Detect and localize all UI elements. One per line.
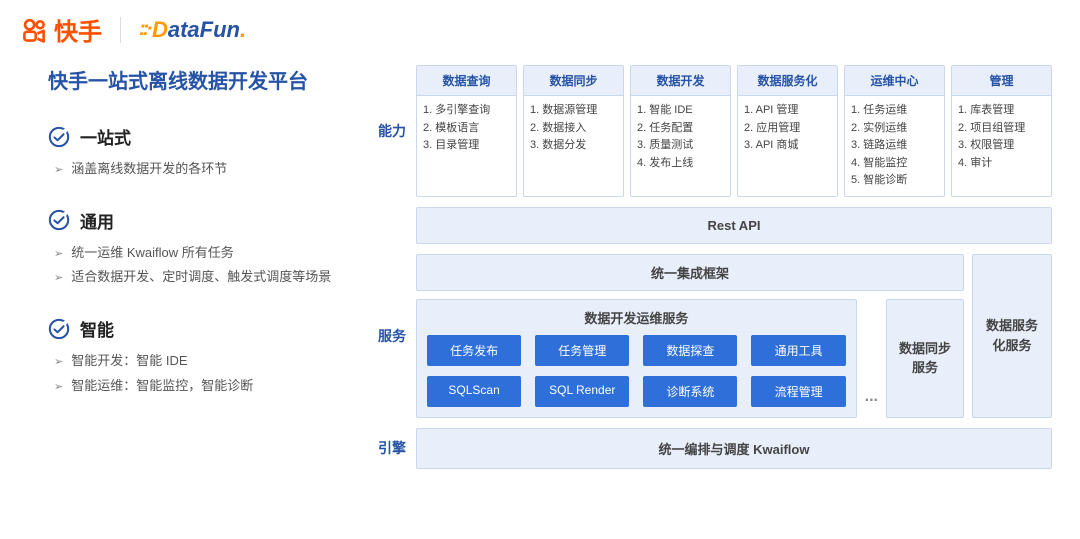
cap-header: 运维中心	[845, 66, 944, 96]
cap-item: 1. 多引擎查询	[423, 102, 510, 120]
cap-header: 数据服务化	[738, 66, 837, 96]
pill-sqlrender: SQL Render	[535, 376, 629, 407]
datafun-dot: .	[240, 17, 246, 43]
cap-body: 1. 数据源管理 2. 数据接入 3. 数据分发	[524, 96, 623, 161]
datafun-d: D	[152, 17, 168, 43]
kuaishou-text: 快手	[54, 12, 102, 47]
cap-item: 4. 发布上线	[637, 155, 724, 173]
feature-smart: 智能 智能开发：智能 IDE 智能运维：智能监控，智能诊断	[48, 316, 348, 398]
dataservice-box: 数据服务化服务	[972, 254, 1052, 418]
pill-taskmgmt: 任务管理	[535, 335, 629, 366]
feature-item: 智能运维：智能监控，智能诊断	[54, 374, 348, 399]
datafun-rest: ataFun	[168, 17, 240, 43]
check-circle-icon	[48, 318, 70, 340]
header-divider	[120, 17, 121, 43]
cap-body: 1. 任务运维 2. 实例运维 3. 链路运维 4. 智能监控 5. 智能诊断	[845, 96, 944, 196]
capability-row: 能力 数据查询 1. 多引擎查询 2. 模板语言 3. 目录管理 数据同步 1.…	[378, 65, 1052, 197]
cap-item: 3. 链路运维	[851, 137, 938, 155]
datafun-prefix-icon: ::·	[139, 18, 150, 41]
cap-item: 2. 实例运维	[851, 120, 938, 138]
cap-item: 2. 数据接入	[530, 120, 617, 138]
ellipsis-icon: ...	[863, 388, 880, 418]
cap-item: 1. 智能 IDE	[637, 102, 724, 120]
main-content: 快手一站式离线数据开发平台 一站式 涵盖离线数据开发的各环节 通用 统一运维 K…	[0, 55, 1080, 479]
right-column: 能力 数据查询 1. 多引擎查询 2. 模板语言 3. 目录管理 数据同步 1.…	[378, 65, 1052, 479]
engine-label: 引擎	[378, 428, 412, 469]
services-row: 服务 统一集成框架 数据开发运维服务 任务发布 任务管理 数据探查	[378, 254, 1052, 418]
rest-api-row: Rest API	[378, 207, 1052, 244]
cap-body: 1. API 管理 2. 应用管理 3. API 商城	[738, 96, 837, 161]
cap-body: 1. 智能 IDE 2. 任务配置 3. 质量测试 4. 发布上线	[631, 96, 730, 178]
pill-diagnosis: 诊断系统	[643, 376, 737, 407]
cap-item: 5. 智能诊断	[851, 172, 938, 190]
datafun-logo: ::· DataFun.	[139, 17, 246, 43]
cap-item: 4. 智能监控	[851, 155, 938, 173]
devops-box: 数据开发运维服务 任务发布 任务管理 数据探查 通用工具 SQLScan SQL…	[416, 299, 857, 418]
check-circle-icon	[48, 126, 70, 148]
cap-item: 2. 项目组管理	[958, 120, 1045, 138]
cap-item: 4. 审计	[958, 155, 1045, 173]
cap-item: 1. 数据源管理	[530, 102, 617, 120]
service-left-stack: 统一集成框架 数据开发运维服务 任务发布 任务管理 数据探查 通用工具 SQLS…	[416, 254, 964, 418]
devops-title: 数据开发运维服务	[427, 308, 846, 327]
feature-item: 涵盖离线数据开发的各环节	[54, 157, 348, 182]
cap-card-query: 数据查询 1. 多引擎查询 2. 模板语言 3. 目录管理	[416, 65, 517, 197]
cap-header: 数据查询	[417, 66, 516, 96]
feature-title-2: 智能	[80, 316, 114, 341]
cap-card-mgmt: 管理 1. 库表管理 2. 项目组管理 3. 权限管理 4. 审计	[951, 65, 1052, 197]
header: 快手 ::· DataFun.	[0, 0, 1080, 55]
cap-item: 1. 任务运维	[851, 102, 938, 120]
engine-bar: 统一编排与调度 Kwaiflow	[416, 428, 1052, 469]
sync-service-box: 数据同步服务	[886, 299, 964, 418]
pill-publish: 任务发布	[427, 335, 521, 366]
cap-header: 数据同步	[524, 66, 623, 96]
feature-list-2: 智能开发：智能 IDE 智能运维：智能监控，智能诊断	[48, 349, 348, 398]
cap-item: 2. 应用管理	[744, 120, 831, 138]
cap-body: 1. 多引擎查询 2. 模板语言 3. 目录管理	[417, 96, 516, 161]
cap-card-dev: 数据开发 1. 智能 IDE 2. 任务配置 3. 质量测试 4. 发布上线	[630, 65, 731, 197]
cap-item: 3. 目录管理	[423, 137, 510, 155]
feature-item: 统一运维 Kwaiflow 所有任务	[54, 241, 348, 266]
cap-item: 1. API 管理	[744, 102, 831, 120]
cap-item: 1. 库表管理	[958, 102, 1045, 120]
feature-item: 智能开发：智能 IDE	[54, 349, 348, 374]
pill-flowmgmt: 流程管理	[751, 376, 845, 407]
feature-item: 适合数据开发、定时调度、触发式调度等场景	[54, 265, 348, 290]
service-label: 服务	[378, 254, 412, 418]
cap-card-ops: 运维中心 1. 任务运维 2. 实例运维 3. 链路运维 4. 智能监控 5. …	[844, 65, 945, 197]
cap-item: 2. 模板语言	[423, 120, 510, 138]
feature-general: 通用 统一运维 Kwaiflow 所有任务 适合数据开发、定时调度、触发式调度等…	[48, 208, 348, 290]
feature-list-0: 涵盖离线数据开发的各环节	[48, 157, 348, 182]
feature-title-0: 一站式	[80, 124, 131, 149]
kuaishou-icon	[20, 16, 48, 44]
page-subtitle: 快手一站式离线数据开发平台	[48, 65, 348, 94]
cap-card-sync: 数据同步 1. 数据源管理 2. 数据接入 3. 数据分发	[523, 65, 624, 197]
feature-list-1: 统一运维 Kwaiflow 所有任务 适合数据开发、定时调度、触发式调度等场景	[48, 241, 348, 290]
cap-card-service: 数据服务化 1. API 管理 2. 应用管理 3. API 商城	[737, 65, 838, 197]
kuaishou-logo: 快手	[20, 12, 102, 47]
cap-body: 1. 库表管理 2. 项目组管理 3. 权限管理 4. 审计	[952, 96, 1051, 178]
pill-sqlscan: SQLScan	[427, 376, 521, 407]
check-circle-icon	[48, 209, 70, 231]
rest-api-bar: Rest API	[416, 207, 1052, 244]
cap-item: 2. 任务配置	[637, 120, 724, 138]
engine-row: 引擎 统一编排与调度 Kwaiflow	[378, 428, 1052, 469]
feature-onestop: 一站式 涵盖离线数据开发的各环节	[48, 124, 348, 182]
devops-pill-grid: 任务发布 任务管理 数据探查 通用工具 SQLScan SQL Render 诊…	[427, 335, 846, 407]
cap-item: 3. 数据分发	[530, 137, 617, 155]
cap-item: 3. API 商城	[744, 137, 831, 155]
capability-cards: 数据查询 1. 多引擎查询 2. 模板语言 3. 目录管理 数据同步 1. 数据…	[416, 65, 1052, 197]
integration-bar: 统一集成框架	[416, 254, 964, 291]
cap-header: 数据开发	[631, 66, 730, 96]
pill-tools: 通用工具	[751, 335, 845, 366]
feature-title-1: 通用	[80, 208, 114, 233]
cap-header: 管理	[952, 66, 1051, 96]
capability-label: 能力	[378, 65, 412, 197]
left-column: 快手一站式离线数据开发平台 一站式 涵盖离线数据开发的各环节 通用 统一运维 K…	[48, 65, 348, 479]
pill-explore: 数据探查	[643, 335, 737, 366]
cap-item: 3. 权限管理	[958, 137, 1045, 155]
cap-item: 3. 质量测试	[637, 137, 724, 155]
